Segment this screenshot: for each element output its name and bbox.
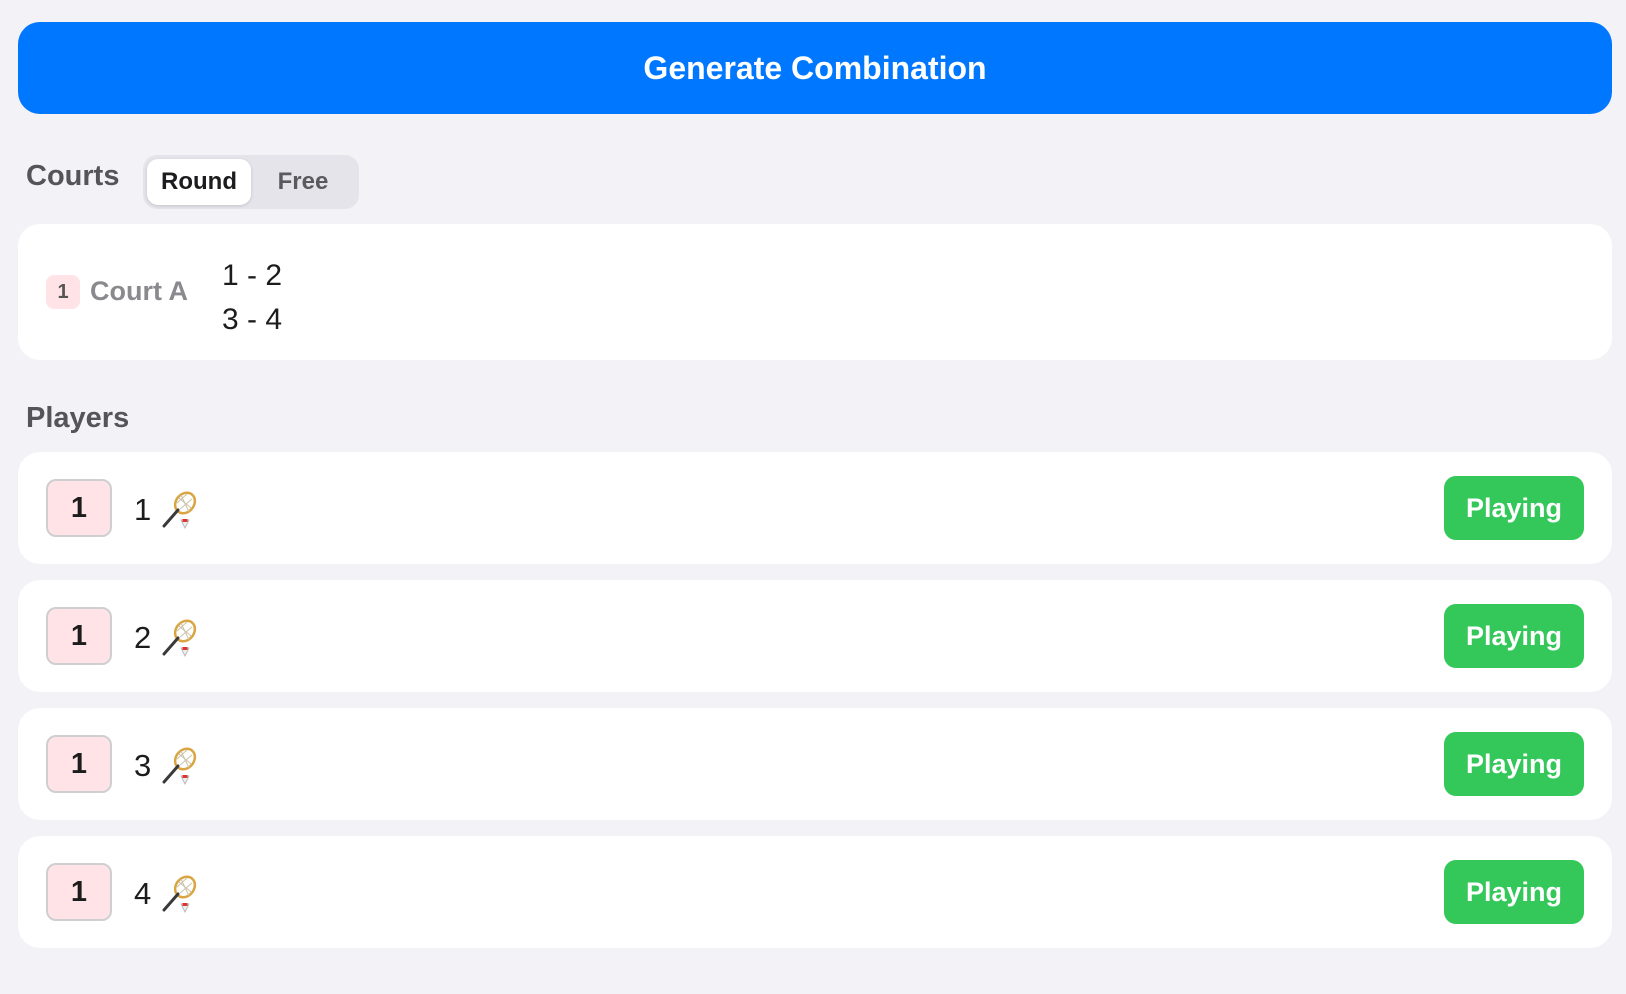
player-name: 4 [134,874,199,914]
player-row: 1 2 Playing [18,580,1612,692]
badminton-racket-icon [162,875,197,914]
players-section-title: Players [26,402,130,434]
player-row: 1 3 Playing [18,708,1612,820]
court-card[interactable]: 1 Court A 1 - 2 3 - 4 [18,224,1612,360]
player-count-box[interactable]: 1 [46,479,112,537]
segment-free[interactable]: Free [251,159,355,205]
generate-combination-button[interactable]: Generate Combination [18,22,1612,114]
court-matches: 1 - 2 3 - 4 [222,254,282,342]
courts-section-title: Courts [26,160,120,192]
badminton-racket-icon [162,491,197,530]
court-mode-segmented-control: Round Free [143,155,359,209]
player-row: 1 4 Playing [18,836,1612,948]
playing-status-button[interactable]: Playing [1444,476,1584,540]
player-count-box[interactable]: 1 [46,863,112,921]
player-name-text: 2 [134,620,152,655]
player-name-text: 4 [134,876,152,911]
player-count-box[interactable]: 1 [46,607,112,665]
player-count-box[interactable]: 1 [46,735,112,793]
player-name: 2 [134,618,199,658]
match-line: 3 - 4 [222,303,283,336]
court-name: Court A [90,276,188,306]
player-row: 1 1 Playing [18,452,1612,564]
badminton-racket-icon [162,747,197,786]
playing-status-button[interactable]: Playing [1444,604,1584,668]
player-name: 3 [134,746,199,786]
segment-round[interactable]: Round [147,159,251,205]
player-name-text: 1 [134,492,152,527]
playing-status-button[interactable]: Playing [1444,860,1584,924]
match-line: 1 - 2 [222,259,283,292]
player-name-text: 3 [134,748,152,783]
badminton-racket-icon [162,619,197,658]
app-page: Generate Combination Courts Round Free 1… [0,0,1626,994]
player-name: 1 [134,490,199,530]
court-number-badge: 1 [46,275,80,309]
playing-status-button[interactable]: Playing [1444,732,1584,796]
